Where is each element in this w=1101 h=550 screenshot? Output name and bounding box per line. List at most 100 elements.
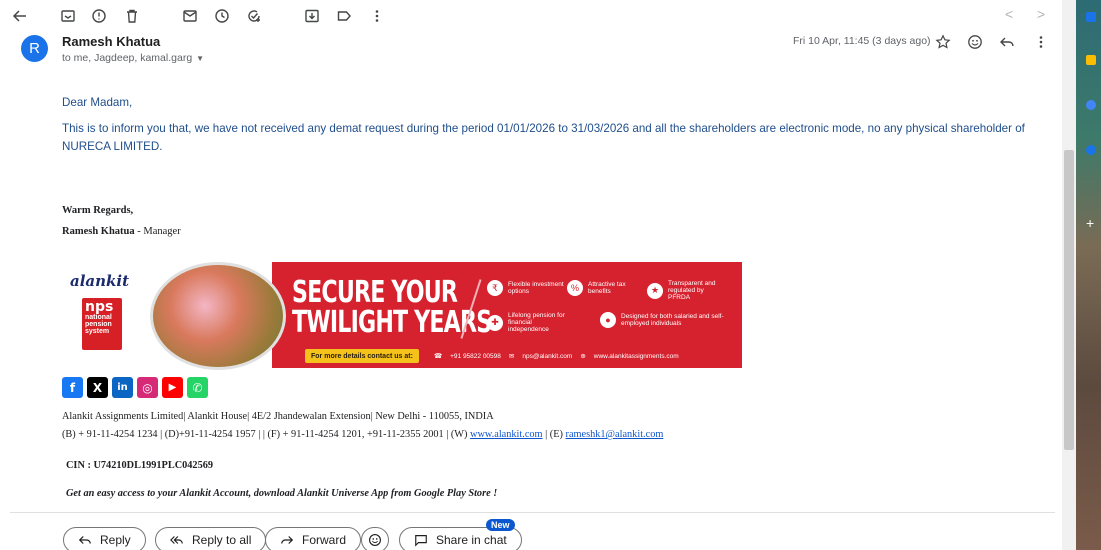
- whatsapp-icon[interactable]: ✆: [187, 377, 208, 398]
- nps-banner[interactable]: alankit nps national pension system SECU…: [62, 260, 742, 370]
- headline-line-1: SECURE YOUR: [292, 275, 458, 310]
- mail-icon: ✉: [508, 353, 515, 360]
- feature-text: Lifelong pension for financial independe…: [508, 312, 565, 333]
- youtube-icon[interactable]: ▶: [162, 377, 183, 398]
- message-paragraph: This is to inform you that, we have not …: [62, 122, 1025, 153]
- banner-website: www.alankitassignments.com: [593, 352, 679, 360]
- forward-button[interactable]: Forward: [265, 527, 362, 550]
- contact-line: (B) + 91-11-4254 1234 | (D)+91-11-4254 1…: [62, 429, 663, 440]
- pension-icon: ✚: [487, 314, 503, 331]
- signature-name: Ramesh Khatua: [62, 226, 135, 237]
- email-link[interactable]: rameshk1@alankit.com: [566, 429, 664, 440]
- greeting: Dear Madam,: [62, 96, 133, 109]
- nps-logo-text: nps: [85, 299, 114, 315]
- company-address: Alankit Assignments Limited| Alankit Hou…: [62, 411, 494, 422]
- forward-label: Forward: [302, 533, 347, 547]
- signature-title: - Manager: [134, 226, 181, 237]
- recipients-text: to me, Jagdeep, kamal.garg: [62, 52, 193, 64]
- contact-label: For more details contact us at:: [305, 349, 419, 363]
- recipients-toggle[interactable]: to me, Jagdeep, kamal.garg ▼: [62, 52, 204, 64]
- linkedin-icon[interactable]: in: [112, 377, 133, 398]
- contact-info: ☎ +91 95822 00598 ✉ nps@alankit.com ⊕ ww…: [434, 349, 679, 363]
- archive-icon[interactable]: [56, 5, 80, 27]
- emoji-icon: [369, 534, 381, 546]
- side-panel: [1076, 0, 1101, 550]
- arrow-back-icon[interactable]: [8, 5, 32, 27]
- app-promo: Get an easy access to your Alankit Accou…: [66, 488, 498, 499]
- feature-text: Attractive tax benefits: [588, 281, 626, 295]
- more-options-icon[interactable]: [1031, 33, 1051, 51]
- calendar-icon[interactable]: [1086, 12, 1096, 22]
- star-icon[interactable]: [933, 33, 953, 51]
- instagram-icon[interactable]: ◎: [137, 377, 158, 398]
- tasks-icon[interactable]: [1086, 100, 1096, 110]
- keep-icon[interactable]: [1086, 55, 1096, 65]
- feature-item: ★ Transparent and regulated by PFRDA: [647, 280, 727, 301]
- scrollbar-thumb[interactable]: [1064, 150, 1074, 450]
- banner-logo: alankit nps national pension system: [62, 260, 152, 370]
- divider: [10, 512, 1055, 513]
- feature-item: ● Designed for both salaried and self-em…: [600, 312, 730, 328]
- banner-email: nps@alankit.com: [522, 352, 573, 360]
- signature-name-line: Ramesh Khatua - Manager: [62, 226, 181, 237]
- move-to-icon[interactable]: [300, 5, 324, 27]
- phone-icon: ☎: [434, 353, 443, 360]
- nps-logo-line: pension: [85, 321, 112, 328]
- x-icon[interactable]: X: [87, 377, 108, 398]
- feature-text: Flexible investment options: [508, 281, 564, 295]
- caret-down-icon[interactable]: ▼: [196, 54, 204, 63]
- contact-numbers: (B) + 91-11-4254 1234 | (D)+91-11-4254 1…: [62, 429, 471, 440]
- emoji-icon[interactable]: [965, 33, 985, 51]
- reply-all-label: Reply to all: [192, 533, 252, 547]
- nps-logo-line: system: [85, 328, 110, 335]
- reply-button[interactable]: Reply: [63, 527, 146, 550]
- label-icon[interactable]: [332, 5, 356, 27]
- reply-icon[interactable]: [997, 33, 1017, 51]
- website-link[interactable]: www.alankit.com: [470, 429, 543, 440]
- social-links: f X in ◎ ▶ ✆: [62, 377, 208, 398]
- banner-phone: +91 95822 00598: [450, 352, 501, 360]
- delete-icon[interactable]: [120, 5, 144, 27]
- reply-label: Reply: [100, 533, 131, 547]
- facebook-icon[interactable]: f: [62, 377, 83, 398]
- more-vert-icon[interactable]: [365, 5, 389, 27]
- add-addon-icon[interactable]: +: [1086, 216, 1096, 230]
- newer-chevron-icon[interactable]: <: [1005, 6, 1013, 22]
- reply-all-button[interactable]: Reply to all: [155, 527, 267, 550]
- snooze-icon[interactable]: [210, 5, 234, 27]
- contact-separator: | (E): [542, 429, 566, 440]
- feature-text: Transparent and regulated by PFRDA: [668, 280, 716, 301]
- new-badge: New: [486, 519, 515, 531]
- report-spam-icon[interactable]: [87, 5, 111, 27]
- emoji-reaction-button[interactable]: [361, 527, 389, 550]
- nps-logo: nps national pension system: [82, 298, 122, 350]
- couple-photo: [150, 262, 286, 370]
- share-label: Share in chat: [436, 533, 507, 547]
- pfrda-icon: ★: [647, 282, 663, 299]
- older-chevron-icon[interactable]: >: [1037, 6, 1045, 22]
- globe-icon: ⊕: [580, 353, 586, 360]
- avatar[interactable]: R: [21, 35, 48, 62]
- feature-item: % Attractive tax benefits: [567, 280, 647, 296]
- feature-text: Designed for both salaried and self-empl…: [621, 313, 724, 327]
- message-date: Fri 10 Apr, 11:45 (3 days ago): [793, 35, 931, 47]
- contacts-icon[interactable]: [1086, 145, 1096, 155]
- feature-item: ₹ Flexible investment options: [487, 280, 567, 296]
- chat-icon: [415, 535, 427, 547]
- forward-icon: [281, 536, 294, 544]
- person-icon: ●: [600, 312, 616, 328]
- tax-icon: %: [567, 280, 583, 296]
- reply-all-icon: [170, 536, 183, 544]
- nps-logo-line: national: [85, 314, 112, 321]
- investment-icon: ₹: [487, 280, 503, 296]
- sender-name[interactable]: Ramesh Khatua: [62, 34, 160, 49]
- reply-icon: [78, 536, 91, 544]
- message-toolbar: < >: [0, 0, 1070, 34]
- signature-regards: Warm Regards,: [62, 205, 134, 216]
- add-task-icon[interactable]: [242, 5, 266, 27]
- mark-unread-icon[interactable]: [178, 5, 202, 27]
- banner-headline: SECURE YOUR TWILIGHT YEARS: [292, 275, 492, 338]
- feature-item: ✚ Lifelong pension for financial indepen…: [487, 312, 567, 333]
- alankit-logo: alankit: [70, 272, 130, 290]
- cin-number: CIN : U74210DL1991PLC042569: [66, 460, 214, 471]
